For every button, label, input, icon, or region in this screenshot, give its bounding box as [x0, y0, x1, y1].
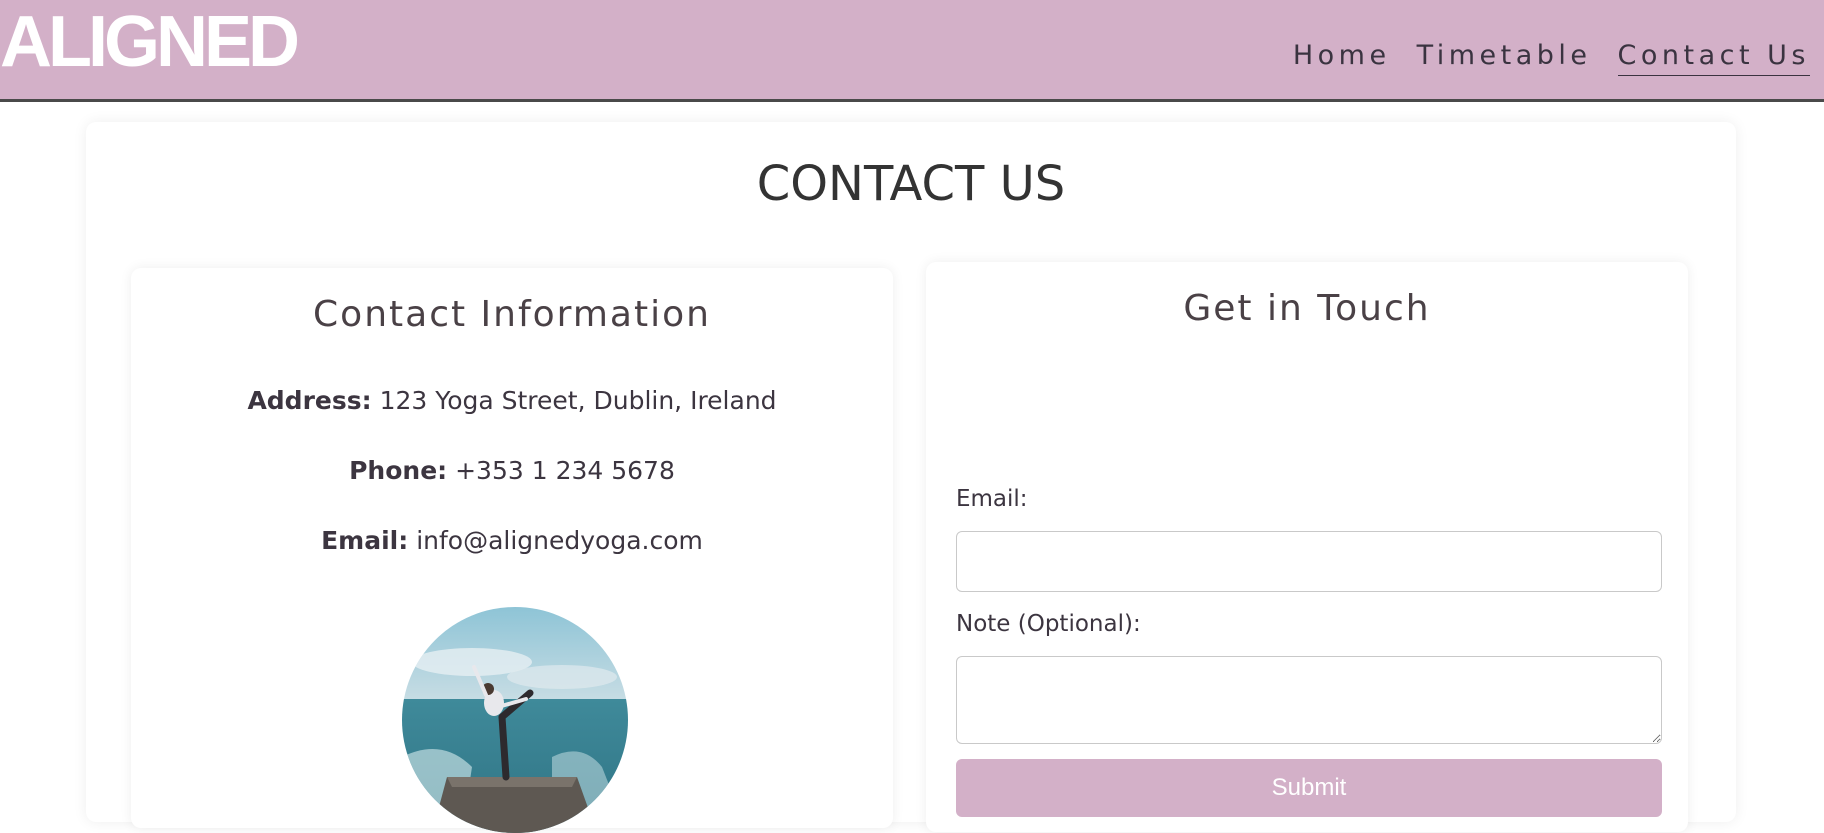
- contact-card: CONTACT US Contact Information Address: …: [86, 122, 1736, 833]
- address-line: Address: 123 Yoga Street, Dublin, Irelan…: [131, 384, 893, 418]
- email-label: Email:: [321, 526, 409, 555]
- email-line: Email: info@alignedyoga.com: [131, 524, 893, 558]
- contact-info-panel: Contact Information Address: 123 Yoga St…: [131, 268, 893, 833]
- phone-label: Phone:: [349, 456, 448, 485]
- main-nav: Home Timetable Contact Us: [1293, 38, 1810, 76]
- submit-button[interactable]: Submit: [956, 759, 1662, 817]
- form-heading: Get in Touch: [1183, 288, 1431, 329]
- nav-timetable[interactable]: Timetable: [1417, 38, 1592, 76]
- email-field[interactable]: [956, 531, 1662, 592]
- address-value: 123 Yoga Street, Dublin, Ireland: [379, 386, 777, 415]
- phone-value: +353 1 234 5678: [455, 456, 675, 485]
- nav-home[interactable]: Home: [1293, 38, 1391, 76]
- email-field-label: Email:: [956, 486, 1028, 512]
- yoga-pose-photo: [402, 607, 628, 833]
- page-title: CONTACT US: [756, 156, 1066, 212]
- contact-info-heading: Contact Information: [313, 294, 711, 335]
- email-value: info@alignedyoga.com: [416, 526, 703, 555]
- site-header: ALIGNED Home Timetable Contact Us: [0, 0, 1824, 102]
- note-field-label: Note (Optional):: [956, 611, 1141, 637]
- note-field[interactable]: [956, 656, 1662, 744]
- phone-line: Phone: +353 1 234 5678: [131, 454, 893, 488]
- brand-logo[interactable]: ALIGNED: [0, 2, 300, 82]
- address-label: Address:: [247, 386, 372, 415]
- nav-contact-us[interactable]: Contact Us: [1617, 38, 1810, 76]
- contact-form-panel: Get in Touch Email: Note (Optional): Sub…: [926, 262, 1688, 832]
- yoga-photo-illustration: [402, 607, 628, 833]
